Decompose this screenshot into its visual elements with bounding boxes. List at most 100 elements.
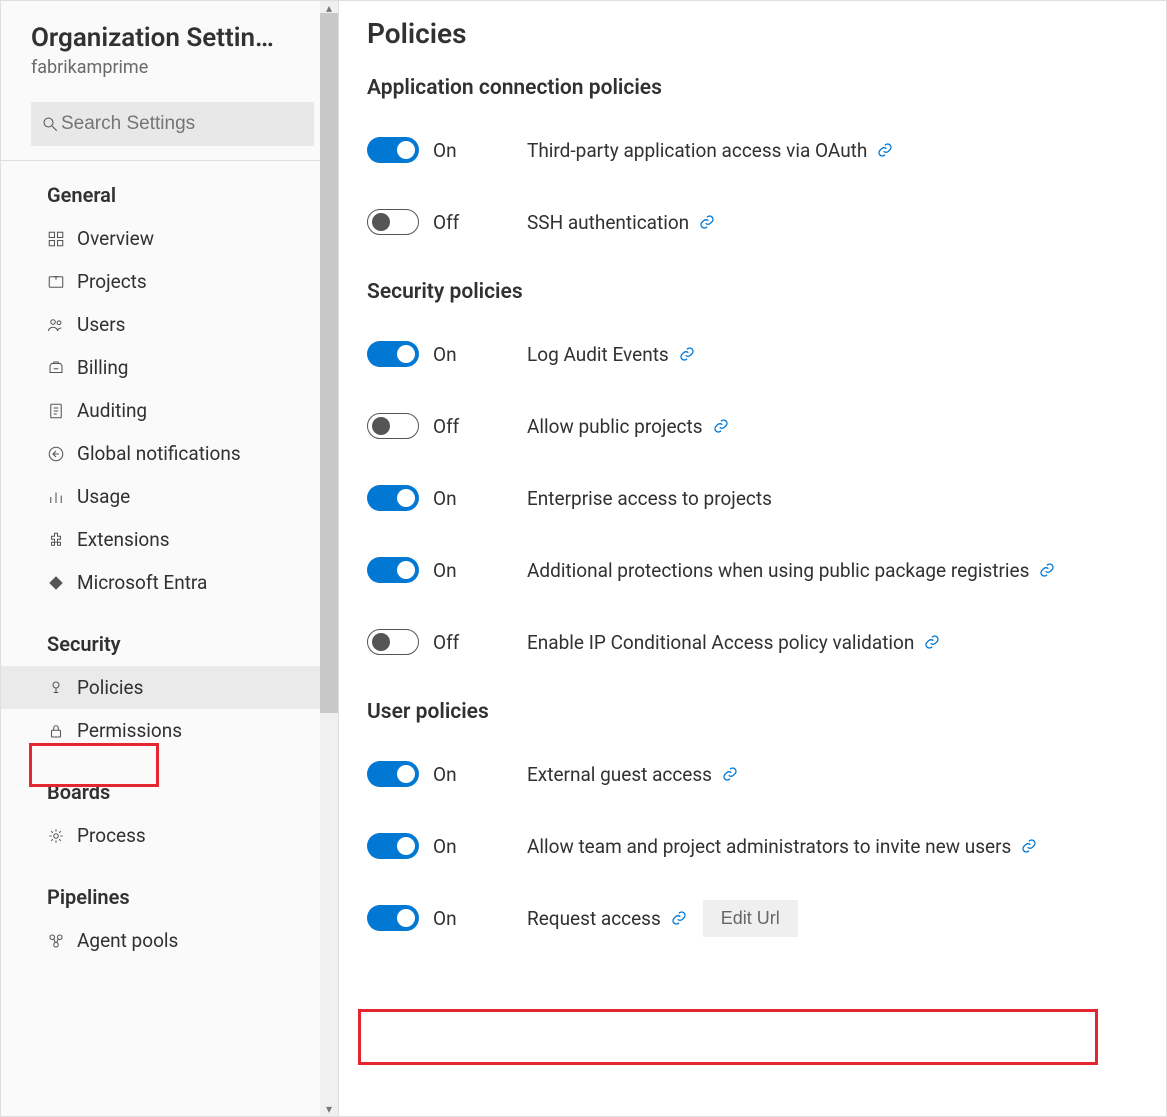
link-icon[interactable] [679, 346, 695, 362]
nav-item-label: Overview [77, 227, 154, 250]
policy-label: Enable IP Conditional Access policy vali… [527, 631, 914, 654]
toggle-state-label: Off [433, 211, 459, 234]
policies-icon [47, 679, 65, 697]
link-icon[interactable] [1021, 838, 1037, 854]
policy-row: On External guest access [367, 738, 1138, 810]
billing-icon [47, 359, 65, 377]
process-icon [47, 827, 65, 845]
sidebar: Organization Settin… fabrikamprime Gener… [1, 1, 339, 1116]
search-settings[interactable] [31, 102, 314, 146]
edit-url-button[interactable]: Edit Url [703, 900, 798, 937]
projects-icon [47, 273, 65, 291]
scroll-down-arrow[interactable]: ▾ [320, 1102, 338, 1116]
policy-group-heading: Security policies [367, 280, 1138, 304]
policy-row: On Log Audit Events [367, 318, 1138, 390]
policy-label: SSH authentication [527, 211, 689, 234]
sidebar-item-auditing[interactable]: Auditing [1, 389, 338, 432]
sidebar-item-projects[interactable]: Projects [1, 260, 338, 303]
nav-item-label: Auditing [77, 399, 147, 422]
policy-label: Additional protections when using public… [527, 559, 1029, 582]
policy-label: Request access [527, 907, 661, 930]
search-icon [41, 115, 59, 133]
policy-row: Off SSH authentication [367, 186, 1138, 258]
sidebar-item-global-notifications[interactable]: Global notifications [1, 432, 338, 475]
nav-item-label: Microsoft Entra [77, 571, 207, 594]
sidebar-item-overview[interactable]: Overview [1, 217, 338, 260]
policy-row: On Additional protections when using publ… [367, 534, 1138, 606]
link-icon[interactable] [1039, 562, 1055, 578]
link-icon[interactable] [671, 910, 687, 926]
link-icon[interactable] [877, 142, 893, 158]
nav-item-label: Policies [77, 676, 143, 699]
auditing-icon [47, 402, 65, 420]
sidebar-item-extensions[interactable]: Extensions [1, 518, 338, 561]
search-settings-input[interactable] [59, 112, 304, 136]
sidebar-item-policies[interactable]: Policies [1, 666, 338, 709]
policy-toggle[interactable] [367, 629, 419, 655]
toggle-state-label: Off [433, 415, 459, 438]
extensions-icon [47, 531, 65, 549]
nav-item-label: Agent pools [77, 929, 178, 952]
toggle-state-label: On [433, 763, 457, 786]
link-icon[interactable] [924, 634, 940, 650]
sidebar-title: Organization Settin… [31, 23, 314, 53]
link-icon[interactable] [699, 214, 715, 230]
policy-label: Third-party application access via OAuth [527, 139, 867, 162]
policy-group-heading: Application connection policies [367, 76, 1138, 100]
sidebar-subtitle: fabrikamprime [31, 57, 314, 78]
sidebar-item-agent-pools[interactable]: Agent pools [1, 919, 338, 962]
sidebar-scrollbar[interactable]: ▴ ▾ [320, 1, 338, 1116]
policy-toggle[interactable] [367, 905, 419, 931]
toggle-state-label: On [433, 487, 457, 510]
nav-item-label: Process [77, 824, 146, 847]
nav-heading: Security [1, 624, 338, 666]
nav-item-label: Permissions [77, 719, 182, 742]
policy-toggle[interactable] [367, 833, 419, 859]
link-icon[interactable] [722, 766, 738, 782]
nav-item-label: Usage [77, 485, 130, 508]
nav-item-label: Projects [77, 270, 147, 293]
policy-toggle[interactable] [367, 209, 419, 235]
policy-toggle[interactable] [367, 485, 419, 511]
policy-label: Log Audit Events [527, 343, 669, 366]
policy-label: Enterprise access to projects [527, 487, 772, 510]
sidebar-item-process[interactable]: Process [1, 814, 338, 857]
policy-row: On Enterprise access to projects [367, 462, 1138, 534]
agentpools-icon [47, 932, 65, 950]
overview-icon [47, 230, 65, 248]
users-icon [47, 316, 65, 334]
nav-item-label: Billing [77, 356, 128, 379]
toggle-state-label: On [433, 835, 457, 858]
toggle-state-label: On [433, 907, 457, 930]
sidebar-item-usage[interactable]: Usage [1, 475, 338, 518]
nav-heading: Pipelines [1, 877, 338, 919]
policy-row: Off Enable IP Conditional Access policy v… [367, 606, 1138, 678]
sidebar-item-permissions[interactable]: Permissions [1, 709, 338, 752]
sidebar-item-users[interactable]: Users [1, 303, 338, 346]
scrollbar-thumb[interactable] [320, 13, 338, 713]
link-icon[interactable] [713, 418, 729, 434]
usage-icon [47, 488, 65, 506]
toggle-state-label: Off [433, 631, 459, 654]
main-content: Policies Application connection policies… [339, 1, 1166, 1116]
policy-label: External guest access [527, 763, 712, 786]
toggle-state-label: On [433, 559, 457, 582]
nav-item-label: Extensions [77, 528, 170, 551]
policy-toggle[interactable] [367, 341, 419, 367]
notifications-icon [47, 445, 65, 463]
entra-icon [47, 574, 65, 592]
toggle-state-label: On [433, 139, 457, 162]
sidebar-item-microsoft-entra[interactable]: Microsoft Entra [1, 561, 338, 604]
permissions-icon [47, 722, 65, 740]
policy-row: Off Allow public projects [367, 390, 1138, 462]
sidebar-item-billing[interactable]: Billing [1, 346, 338, 389]
toggle-state-label: On [433, 343, 457, 366]
policy-toggle[interactable] [367, 557, 419, 583]
policy-toggle[interactable] [367, 761, 419, 787]
policy-label: Allow public projects [527, 415, 703, 438]
policy-toggle[interactable] [367, 413, 419, 439]
policy-toggle[interactable] [367, 137, 419, 163]
policy-row: OnAllow team and project administrators … [367, 810, 1138, 882]
sidebar-nav: GeneralOverviewProjectsUsersBillingAudit… [1, 161, 338, 968]
nav-item-label: Global notifications [77, 442, 241, 465]
